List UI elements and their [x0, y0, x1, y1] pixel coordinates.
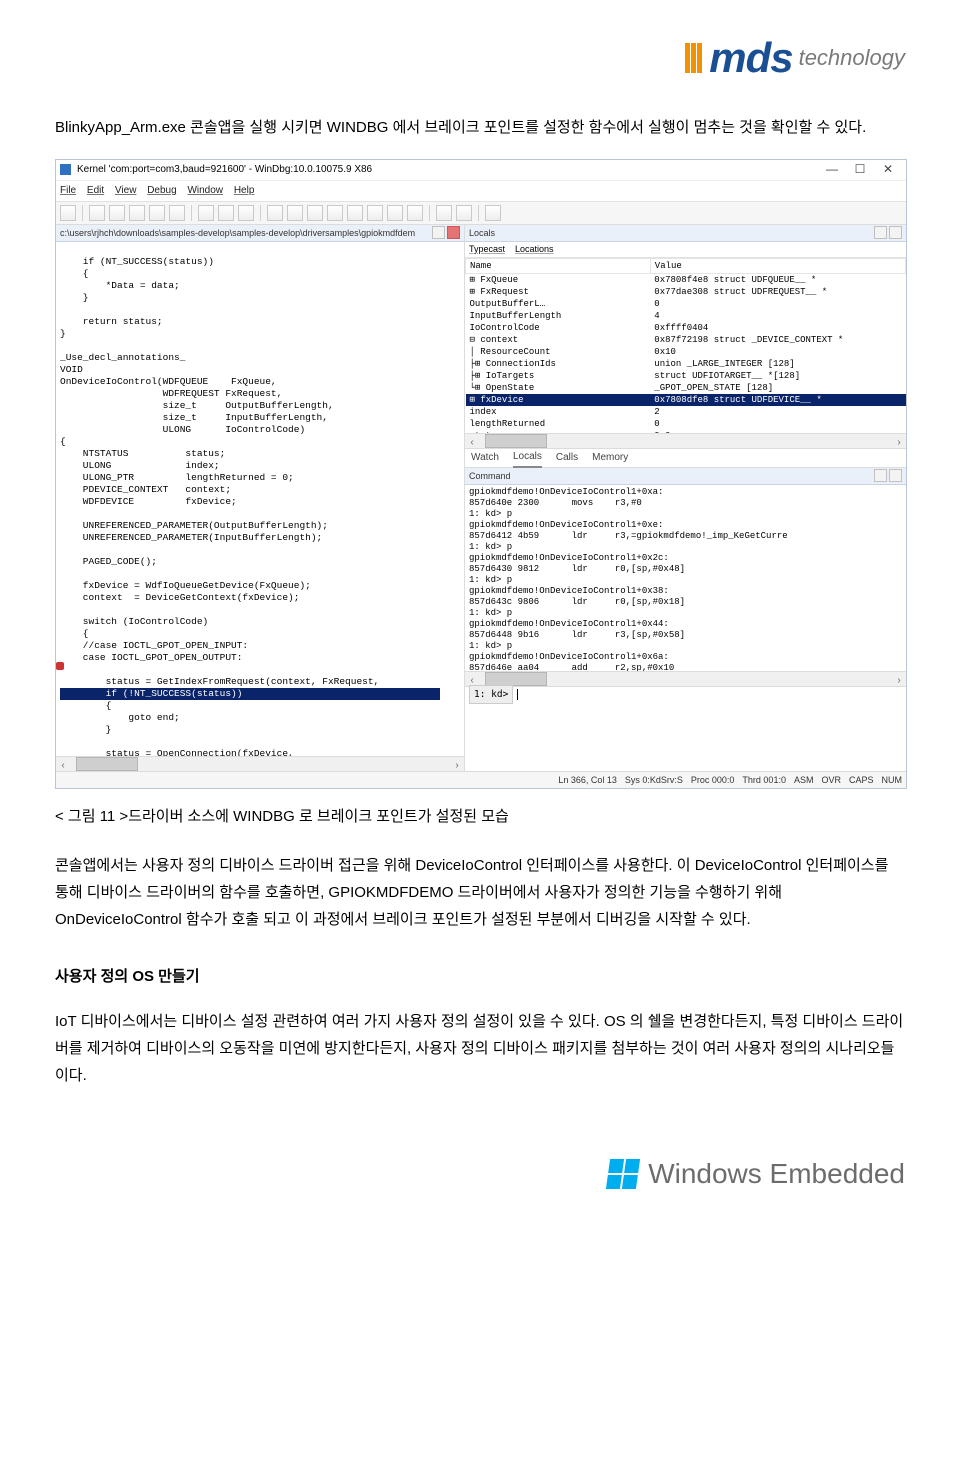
toolbar-button[interactable]	[387, 205, 403, 221]
toolbar-button[interactable]	[267, 205, 283, 221]
toolbar-button[interactable]	[327, 205, 343, 221]
table-row[interactable]: status0n0	[466, 430, 906, 433]
menu-view[interactable]: View	[115, 185, 137, 196]
technology-text: technology	[799, 38, 905, 78]
menu-edit[interactable]: Edit	[87, 185, 104, 196]
menu-help[interactable]: Help	[234, 185, 255, 196]
toolbar-button[interactable]	[89, 205, 105, 221]
toolbar-button[interactable]	[109, 205, 125, 221]
table-row[interactable]: InputBufferLength4	[466, 310, 906, 322]
mds-text: mds	[709, 20, 792, 96]
command-title: Command	[469, 468, 511, 484]
pane-close-icon[interactable]	[889, 226, 902, 239]
source-code[interactable]: if (NT_SUCCESS(status)) { *Data = data; …	[56, 242, 464, 756]
table-row[interactable]: ├⊞ ConnectionIdsunion _LARGE_INTEGER [12…	[466, 358, 906, 370]
toolbar-button[interactable]	[149, 205, 165, 221]
pane-close-icon[interactable]	[889, 469, 902, 482]
toolbar-button[interactable]	[287, 205, 303, 221]
toolbar	[56, 201, 906, 225]
locals-header: Locals	[465, 225, 906, 242]
toolbar-button[interactable]	[485, 205, 501, 221]
statusbar: Ln 366, Col 13 Sys 0:KdSrv:S Proc 000:0 …	[56, 771, 906, 788]
locals-scroll[interactable]: ‹›	[465, 433, 906, 448]
menu-window[interactable]: Window	[187, 185, 223, 196]
table-row[interactable]: OutputBufferL…0	[466, 298, 906, 310]
menu-file[interactable]: File	[60, 185, 76, 196]
header-logo: mds technology	[55, 20, 905, 96]
locals-grid[interactable]: Name Value ⊞ FxQueue0x7808f4e8 struct UD…	[465, 258, 906, 433]
table-row[interactable]: ⊟ context0x87f72198 struct _DEVICE_CONTE…	[466, 334, 906, 346]
toolbar-button[interactable]	[436, 205, 452, 221]
mds-stripe-icon	[685, 38, 703, 78]
toolbar-button[interactable]	[129, 205, 145, 221]
toolbar-button[interactable]	[367, 205, 383, 221]
locals-title: Locals	[469, 225, 495, 241]
figure-caption: < 그림 11 >드라이버 소스에 WINDBG 로 브레이크 포인트가 설정된…	[55, 803, 905, 830]
source-pane: c:\users\rjhch\downloads\samples-develop…	[56, 225, 465, 771]
table-row[interactable]: IoControlCode0xffff0404	[466, 322, 906, 334]
toolbar-button[interactable]	[347, 205, 363, 221]
menubar: File Edit View Debug Window Help	[56, 181, 906, 201]
toolbar-button[interactable]	[218, 205, 234, 221]
menu-debug[interactable]: Debug	[147, 185, 176, 196]
titlebar: Kernel 'com:port=com3,baud=921600' - Win…	[56, 160, 906, 181]
toolbar-button[interactable]	[169, 205, 185, 221]
command-prompt[interactable]: 1: kd>	[465, 686, 906, 703]
minimize-button[interactable]: —	[818, 159, 846, 181]
windbg-window: Kernel 'com:port=com3,baud=921600' - Win…	[55, 159, 907, 789]
highlighted-line: if (!NT_SUCCESS(status))	[60, 688, 440, 700]
app-icon	[60, 164, 71, 175]
section-paragraph: IoT 디바이스에서는 디바이스 설정 관련하여 여러 가지 사용자 정의 설정…	[55, 1008, 905, 1089]
table-row[interactable]: └⊞ OpenState_GPOT_OPEN_STATE [128]	[466, 382, 906, 394]
intro-paragraph: BlinkyApp_Arm.exe 콘솔앱을 실행 시키면 WINDBG 에서 …	[55, 114, 905, 141]
pane-dropdown-icon[interactable]	[874, 226, 887, 239]
footer-logo: Windows Embedded	[55, 1149, 905, 1199]
tab-locals[interactable]: Locals	[513, 448, 542, 468]
toolbar-button[interactable]	[60, 205, 76, 221]
tab-calls[interactable]: Calls	[556, 449, 578, 467]
locals-subheader: Typecast Locations	[465, 242, 906, 258]
toolbar-button[interactable]	[198, 205, 214, 221]
table-row[interactable]: index2	[466, 406, 906, 418]
table-row[interactable]: │ ResourceCount0x10	[466, 346, 906, 358]
window-title: Kernel 'com:port=com3,baud=921600' - Win…	[77, 161, 818, 179]
table-row[interactable]: ⊞ FxQueue0x7808f4e8 struct UDFQUEUE__ *	[466, 273, 906, 286]
toolbar-button[interactable]	[456, 205, 472, 221]
col-name[interactable]: Name	[466, 258, 651, 273]
windows-embedded-text: Windows Embedded	[648, 1149, 905, 1199]
pane-dropdown-icon[interactable]	[432, 226, 445, 239]
source-path: c:\users\rjhch\downloads\samples-develop…	[60, 225, 415, 241]
tab-memory[interactable]: Memory	[592, 449, 628, 467]
body-paragraph: 콘솔앱에서는 사용자 정의 디바이스 드라이버 접근을 위해 DeviceIoC…	[55, 852, 905, 933]
close-button[interactable]: ✕	[874, 159, 902, 181]
tab-watch[interactable]: Watch	[471, 449, 499, 467]
toolbar-button[interactable]	[238, 205, 254, 221]
col-value[interactable]: Value	[650, 258, 905, 273]
toolbar-button[interactable]	[407, 205, 423, 221]
command-header: Command	[465, 468, 906, 485]
pane-close-icon[interactable]	[447, 226, 460, 239]
table-row[interactable]: ⊞ fxDevice0x7808dfe8 struct UDFDEVICE__ …	[466, 394, 906, 406]
command-output[interactable]: gpiokmdfdemo!OnDeviceIoControl1+0xa: 857…	[465, 485, 906, 671]
scrollbar-horizontal[interactable]: ‹›	[56, 756, 464, 771]
windows-flag-icon	[606, 1159, 640, 1189]
table-row[interactable]: lengthReturned0	[466, 418, 906, 430]
maximize-button[interactable]: ☐	[846, 159, 874, 181]
section-heading: 사용자 정의 OS 만들기	[55, 963, 905, 990]
pane-dropdown-icon[interactable]	[874, 469, 887, 482]
breakpoint-icon[interactable]	[56, 662, 64, 670]
command-scroll[interactable]: ‹›	[465, 671, 906, 686]
toolbar-button[interactable]	[307, 205, 323, 221]
tabs: Watch Locals Calls Memory	[465, 448, 906, 468]
table-row[interactable]: ⊞ FxRequest0x77dae308 struct UDFREQUEST_…	[466, 286, 906, 298]
table-row[interactable]: ├⊞ IoTargetsstruct UDFIOTARGET__ *[128]	[466, 370, 906, 382]
